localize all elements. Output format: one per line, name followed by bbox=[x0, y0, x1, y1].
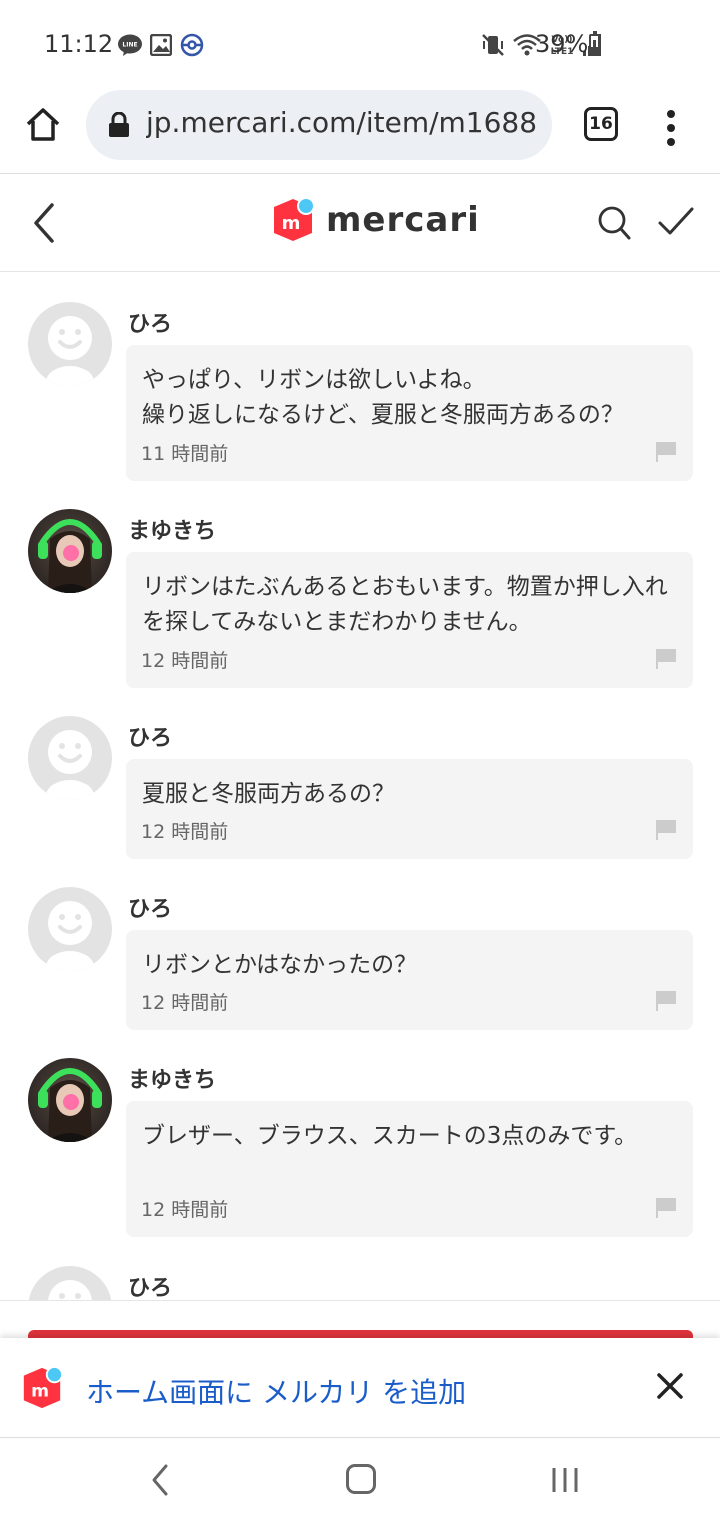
comment-timestamp: 11 時間前 bbox=[141, 443, 229, 465]
comment-list: ひろ やっぱり、リボンは欲しいよね。 繰り返しになるけど、夏服と冬服両方あるの？… bbox=[0, 272, 720, 1300]
nav-recents-icon[interactable] bbox=[550, 1466, 580, 1494]
comment-timestamp: 12 時間前 bbox=[141, 1199, 229, 1221]
comment-text: 夏服と冬服両方あるの？ bbox=[142, 781, 395, 807]
comment-timestamp: 12 時間前 bbox=[141, 992, 229, 1014]
svg-text:m: m bbox=[282, 213, 301, 234]
battery-percent: 39% bbox=[535, 30, 589, 58]
line-badge-text: LINE bbox=[122, 42, 137, 49]
comment-username: ひろ bbox=[128, 1276, 173, 1300]
flag-icon[interactable] bbox=[655, 648, 677, 670]
flag-icon[interactable] bbox=[655, 1197, 677, 1219]
mercari-logo[interactable]: m mercari bbox=[270, 197, 480, 243]
default-avatar-icon bbox=[48, 1280, 92, 1300]
app-header: m mercari bbox=[0, 175, 720, 272]
status-bar: 11:12 LINE Vo)) LTE1 39% bbox=[0, 0, 720, 90]
comment-bubble: 夏服と冬服両方あるの？ 12 時間前 bbox=[126, 759, 693, 859]
url-text[interactable]: jp.mercari.com/item/m1688 bbox=[146, 106, 542, 139]
add-to-home-text[interactable]: ホーム画面に メルカリ を追加 bbox=[86, 1371, 466, 1411]
pokeball-icon bbox=[180, 33, 204, 57]
avatar[interactable] bbox=[28, 302, 112, 386]
comment-text: ブレザー、ブラウス、スカートの3点のみです。 bbox=[142, 1123, 638, 1149]
avatar[interactable] bbox=[28, 716, 112, 800]
default-avatar-icon bbox=[46, 730, 94, 800]
notification-icons: LINE bbox=[118, 33, 204, 57]
gallery-icon bbox=[150, 34, 172, 56]
comment-timestamp: 12 時間前 bbox=[141, 821, 229, 843]
avatar[interactable] bbox=[28, 509, 112, 593]
vibrate-mute-icon bbox=[482, 34, 504, 56]
comment-username: ひろ bbox=[128, 312, 173, 337]
avatar[interactable] bbox=[28, 1058, 112, 1142]
line-app-icon: LINE bbox=[118, 34, 142, 56]
comment-username: まゆきち bbox=[128, 519, 217, 544]
mercari-app-icon: m bbox=[23, 1366, 64, 1409]
comment-text: リボンとかはなかったの？ bbox=[142, 952, 418, 978]
comment-text: リボンはたぶんあるとおもいます。物置か押し入れを探してみないとまだわかりません。 bbox=[142, 574, 668, 635]
comment-username: まゆきち bbox=[128, 1068, 217, 1093]
comment-username: ひろ bbox=[128, 726, 173, 751]
flag-icon[interactable] bbox=[655, 990, 677, 1012]
close-icon[interactable] bbox=[656, 1372, 684, 1400]
logo-text: mercari bbox=[326, 200, 480, 240]
add-to-home-banner[interactable]: m ホーム画面に メルカリ を追加 bbox=[0, 1338, 720, 1438]
comment-bubble: リボンはたぶんあるとおもいます。物置か押し入れを探してみないとまだわかりません。… bbox=[126, 552, 693, 688]
avatar[interactable] bbox=[28, 1266, 112, 1300]
system-nav-bar bbox=[0, 1440, 720, 1520]
mercari-logo-icon: m bbox=[274, 197, 315, 241]
nav-back-icon[interactable] bbox=[148, 1462, 172, 1498]
lock-icon bbox=[109, 112, 129, 137]
flag-icon[interactable] bbox=[655, 819, 677, 841]
avatar[interactable] bbox=[28, 887, 112, 971]
comment-timestamp: 12 時間前 bbox=[141, 650, 229, 672]
divider bbox=[0, 1300, 720, 1301]
checklist-icon[interactable] bbox=[656, 203, 696, 239]
comment-bubble: やっぱり、リボンは欲しいよね。 繰り返しになるけど、夏服と冬服両方あるの？ 11… bbox=[126, 345, 693, 481]
comment-text: やっぱり、リボンは欲しいよね。 繰り返しになるけど、夏服と冬服両方あるの？ bbox=[142, 367, 624, 428]
user-photo bbox=[38, 1068, 102, 1142]
nav-home-icon[interactable] bbox=[346, 1464, 376, 1494]
browser-toolbar: jp.mercari.com/item/m1688 16 bbox=[0, 88, 720, 174]
comment-bubble: リボンとかはなかったの？ 12 時間前 bbox=[126, 930, 693, 1030]
status-time: 11:12 bbox=[44, 30, 114, 58]
user-photo bbox=[38, 519, 102, 593]
default-avatar-icon bbox=[46, 316, 94, 386]
default-avatar-icon bbox=[46, 901, 94, 971]
comment-bubble: ブレザー、ブラウス、スカートの3点のみです。 12 時間前 bbox=[126, 1101, 693, 1237]
flag-icon[interactable] bbox=[655, 441, 677, 463]
home-icon[interactable] bbox=[24, 106, 62, 144]
browser-menu-icon[interactable] bbox=[661, 108, 681, 148]
comment-username: ひろ bbox=[128, 897, 173, 922]
back-arrow-icon[interactable] bbox=[28, 201, 62, 245]
svg-text:m: m bbox=[31, 1382, 49, 1402]
battery-icon bbox=[589, 31, 601, 56]
tab-switcher-button[interactable]: 16 bbox=[584, 107, 618, 141]
search-icon[interactable] bbox=[596, 203, 632, 243]
